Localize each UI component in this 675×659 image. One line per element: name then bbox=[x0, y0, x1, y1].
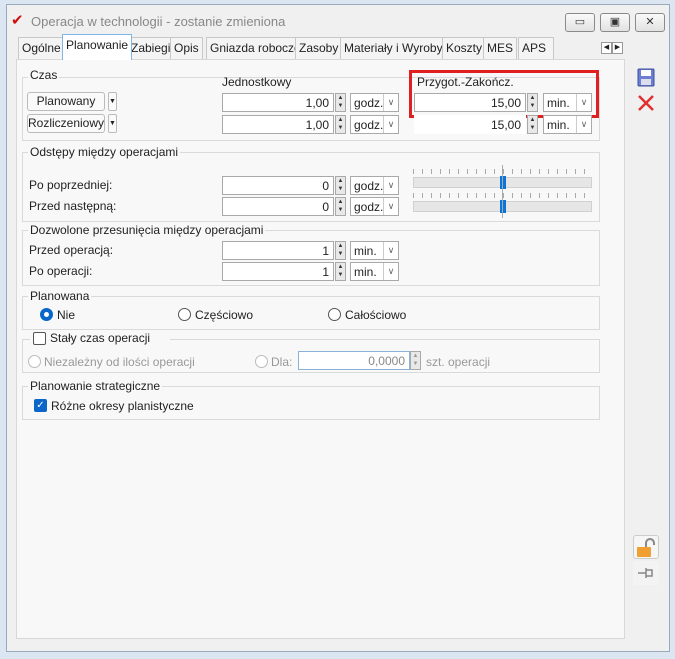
staly-label: Stały czas operacji bbox=[50, 331, 151, 345]
po-poprzedniej-label: Po poprzedniej: bbox=[29, 178, 113, 192]
planowany-pz-input[interactable]: 15,00 bbox=[414, 93, 526, 112]
chevron-down-icon: ∨ bbox=[383, 242, 398, 259]
unit-value: min. bbox=[354, 244, 377, 258]
minimize-button[interactable]: ▭ bbox=[565, 13, 595, 32]
przed-nastepna-label: Przed następną: bbox=[29, 199, 117, 213]
floppy-disk-icon bbox=[637, 68, 655, 87]
radio-niezalezny[interactable] bbox=[28, 355, 41, 368]
chevron-down-icon: ∨ bbox=[576, 94, 591, 111]
tab-zabiegi[interactable]: Zabiegi bbox=[127, 37, 175, 59]
check-icon: ✔ bbox=[11, 12, 24, 29]
radio-czesciowo-label: Częściowo bbox=[195, 308, 254, 322]
przed-operacja-unit[interactable]: min. ∨ bbox=[350, 241, 399, 260]
jednostkowy-header: Jednostkowy bbox=[222, 75, 292, 89]
spinner[interactable]: ▲ ▼ bbox=[335, 115, 346, 134]
dla-input[interactable]: 0,0000 bbox=[298, 351, 410, 370]
spinner[interactable]: ▲ ▼ bbox=[335, 176, 346, 195]
chevron-down-icon: ∨ bbox=[383, 263, 398, 280]
tab-koszty[interactable]: Koszty bbox=[442, 37, 487, 59]
tab-gniazda[interactable]: Gniazda robocze bbox=[206, 37, 305, 59]
planowana-label: Planowana bbox=[28, 289, 92, 303]
radio-niezalezny-label: Niezależny od ilości operacji bbox=[44, 355, 195, 369]
radio-czesciowo[interactable] bbox=[178, 308, 191, 321]
tab-mes[interactable]: MES bbox=[483, 37, 518, 59]
radio-dla-label: Dla: bbox=[271, 355, 293, 369]
lock-button[interactable] bbox=[633, 535, 659, 559]
tab-opis[interactable]: Opis bbox=[170, 37, 203, 59]
unit-value: godz. bbox=[354, 179, 384, 193]
slider-center-line bbox=[502, 165, 503, 218]
po-operacji-input[interactable]: 1 bbox=[222, 262, 334, 281]
spinner[interactable]: ▲ ▼ bbox=[335, 262, 346, 281]
rozliczeniowy-pz-input[interactable]: 15,00 bbox=[414, 115, 526, 134]
po-poprzedniej-unit[interactable]: godz. ∨ bbox=[350, 176, 399, 195]
cancel-button[interactable] bbox=[633, 91, 659, 115]
radio-nie[interactable] bbox=[40, 308, 53, 321]
unit-value: godz. bbox=[354, 96, 384, 110]
planowany-jedn-unit[interactable]: godz. ∨ bbox=[350, 93, 399, 112]
planowana-group bbox=[22, 296, 600, 330]
close-button[interactable]: ✕ bbox=[635, 13, 665, 32]
spinner[interactable]: ▲ ▼ bbox=[335, 241, 346, 260]
przygot-header: Przygot.-Zakończ. bbox=[417, 75, 514, 89]
rozne-okresy-checkbox[interactable]: ✓ bbox=[34, 399, 47, 412]
tab-aps[interactable]: APS bbox=[518, 37, 554, 59]
czas-label: Czas bbox=[28, 68, 60, 82]
przed-operacja-input[interactable]: 1 bbox=[222, 241, 334, 260]
save-button[interactable] bbox=[633, 66, 659, 90]
planowany-button[interactable]: Planowany bbox=[27, 92, 105, 111]
close-icon bbox=[638, 95, 654, 111]
radio-nie-label: Nie bbox=[57, 308, 76, 322]
radio-calosciowo[interactable] bbox=[328, 308, 341, 321]
tab-materialy[interactable]: Materiały i Wyroby bbox=[340, 37, 447, 59]
tab-planowanie[interactable]: Planowanie bbox=[62, 34, 133, 60]
spinner[interactable]: ▲ ▼ bbox=[335, 93, 346, 112]
rozliczeniowy-jedn-input[interactable]: 1,00 bbox=[222, 115, 334, 134]
spinner[interactable]: ▲ ▼ bbox=[527, 93, 538, 112]
przed-nastepna-input[interactable]: 0 bbox=[222, 197, 334, 216]
rozliczeniowy-pz-unit[interactable]: min. ∨ bbox=[543, 115, 592, 134]
unlock-icon bbox=[637, 538, 655, 557]
planowany-pz-unit[interactable]: min. ∨ bbox=[543, 93, 592, 112]
planowany-jedn-input[interactable]: 1,00 bbox=[222, 93, 334, 112]
staly-checkbox[interactable] bbox=[33, 332, 46, 345]
po-operacji-unit[interactable]: min. ∨ bbox=[350, 262, 399, 281]
tab-scroll-left[interactable]: ◀ bbox=[601, 42, 612, 54]
odstepy-label: Odstępy między operacjami bbox=[28, 145, 181, 159]
maximize-button[interactable]: ▣ bbox=[600, 13, 630, 32]
spinner[interactable]: ▲ ▼ bbox=[335, 197, 346, 216]
chevron-down-icon: ∨ bbox=[576, 116, 591, 133]
przed-operacja-label: Przed operacją: bbox=[29, 243, 114, 257]
unit-value: min. bbox=[547, 96, 570, 110]
strategiczne-label: Planowanie strategiczne bbox=[28, 379, 163, 393]
chevron-down-icon: ∨ bbox=[383, 116, 398, 133]
chevron-down-icon: ∨ bbox=[383, 177, 398, 194]
po-operacji-label: Po operacji: bbox=[29, 264, 93, 278]
unit-value: godz. bbox=[354, 200, 384, 214]
planowany-dropdown[interactable]: ▼ bbox=[108, 92, 117, 111]
przed-nastepna-unit[interactable]: godz. ∨ bbox=[350, 197, 399, 216]
chevron-down-icon: ∨ bbox=[383, 198, 398, 215]
po-poprzedniej-input[interactable]: 0 bbox=[222, 176, 334, 195]
pin-icon bbox=[638, 568, 653, 578]
chevron-down-icon: ∨ bbox=[383, 94, 398, 111]
tab-scroll-right[interactable]: ▶ bbox=[612, 42, 623, 54]
spinner[interactable]: ▲ ▼ bbox=[527, 115, 538, 134]
window-title: Operacja w technologii - zostanie zmieni… bbox=[31, 14, 286, 29]
radio-dla[interactable] bbox=[255, 355, 268, 368]
dozwolone-label: Dozwolone przesunięcia między operacjami bbox=[28, 223, 266, 237]
rozliczeniowy-button[interactable]: Rozliczeniowy bbox=[27, 114, 105, 133]
spinner[interactable]: ▲ ▼ bbox=[410, 351, 421, 370]
radio-calosciowo-label: Całościowo bbox=[345, 308, 407, 322]
rozliczeniowy-jedn-unit[interactable]: godz. ∨ bbox=[350, 115, 399, 134]
szt-operacji-label: szt. operacji bbox=[426, 355, 491, 369]
unit-value: min. bbox=[354, 265, 377, 279]
unit-value: godz. bbox=[354, 118, 384, 132]
unit-value: min. bbox=[547, 118, 570, 132]
pin-button[interactable] bbox=[633, 561, 659, 585]
rozliczeniowy-dropdown[interactable]: ▼ bbox=[108, 114, 117, 133]
tab-ogolne[interactable]: Ogólne bbox=[18, 37, 65, 59]
tab-zasoby[interactable]: Zasoby bbox=[295, 37, 343, 59]
rozne-okresy-label: Różne okresy planistyczne bbox=[51, 399, 194, 413]
